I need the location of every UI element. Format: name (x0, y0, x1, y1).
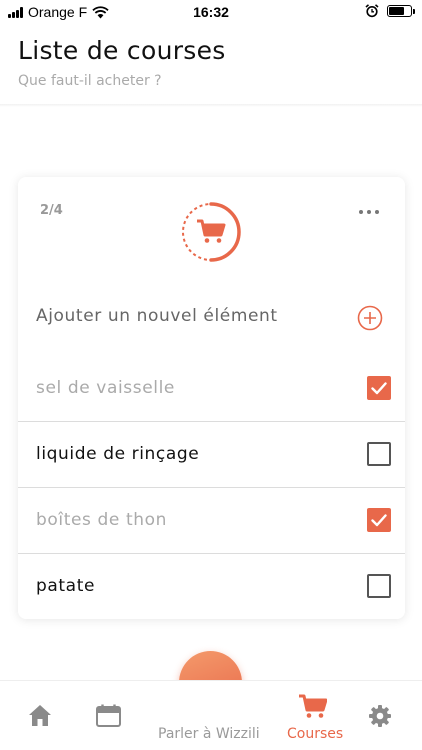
home-icon (29, 705, 51, 726)
list-item-label: sel de vaisselle (36, 378, 175, 398)
checkmark-icon (371, 514, 387, 527)
gear-icon (369, 705, 391, 727)
cart-icon (299, 694, 327, 718)
add-item-row[interactable]: Ajouter un nouvel élément (18, 290, 405, 348)
cart-progress-icon (182, 202, 241, 262)
page-title: Liste de courses (18, 36, 226, 65)
list-item-label: boîtes de thon (36, 510, 167, 530)
bottom-nav: Parler à Wizzili Courses (0, 680, 422, 750)
header: Liste de courses Que faut-il acheter ? (18, 36, 226, 89)
nav-talk-label: Parler à Wizzili (158, 726, 260, 742)
nav-settings[interactable] (368, 681, 394, 750)
nav-calendar[interactable] (94, 681, 124, 750)
header-divider (0, 104, 422, 107)
checkbox-unchecked[interactable] (367, 442, 391, 466)
nav-courses-label: Courses (287, 726, 344, 742)
cart-icon (197, 219, 226, 243)
add-item-label: Ajouter un nouvel élément (36, 306, 278, 326)
status-bar: Orange F 16:32 (0, 0, 422, 24)
page-subtitle: Que faut-il acheter ? (18, 73, 162, 89)
list-item[interactable]: patate (18, 554, 405, 620)
nav-talk[interactable]: Parler à Wizzili (155, 681, 267, 750)
alarm-icon (365, 4, 379, 18)
shopping-list-card: 2/4 Ajouter un nouvel élément sel de vai… (18, 177, 405, 619)
calendar-icon (96, 704, 121, 727)
items-counter: 2/4 (40, 203, 63, 218)
nav-home[interactable] (26, 681, 56, 750)
list-item-label: patate (36, 576, 96, 596)
list-item[interactable]: sel de vaisselle (18, 356, 405, 422)
list-item-label: liquide de rinçage (36, 444, 200, 464)
more-options-icon[interactable] (359, 210, 379, 214)
nav-courses[interactable]: Courses (285, 681, 344, 750)
battery-icon (387, 5, 415, 17)
list-item[interactable]: liquide de rinçage (18, 422, 405, 488)
add-icon[interactable] (357, 305, 383, 331)
checkbox-checked[interactable] (367, 508, 391, 532)
checkbox-unchecked[interactable] (367, 574, 391, 598)
clock: 16:32 (193, 4, 229, 20)
checkbox-checked[interactable] (367, 376, 391, 400)
checkmark-icon (371, 382, 387, 395)
list-item[interactable]: boîtes de thon (18, 488, 405, 554)
